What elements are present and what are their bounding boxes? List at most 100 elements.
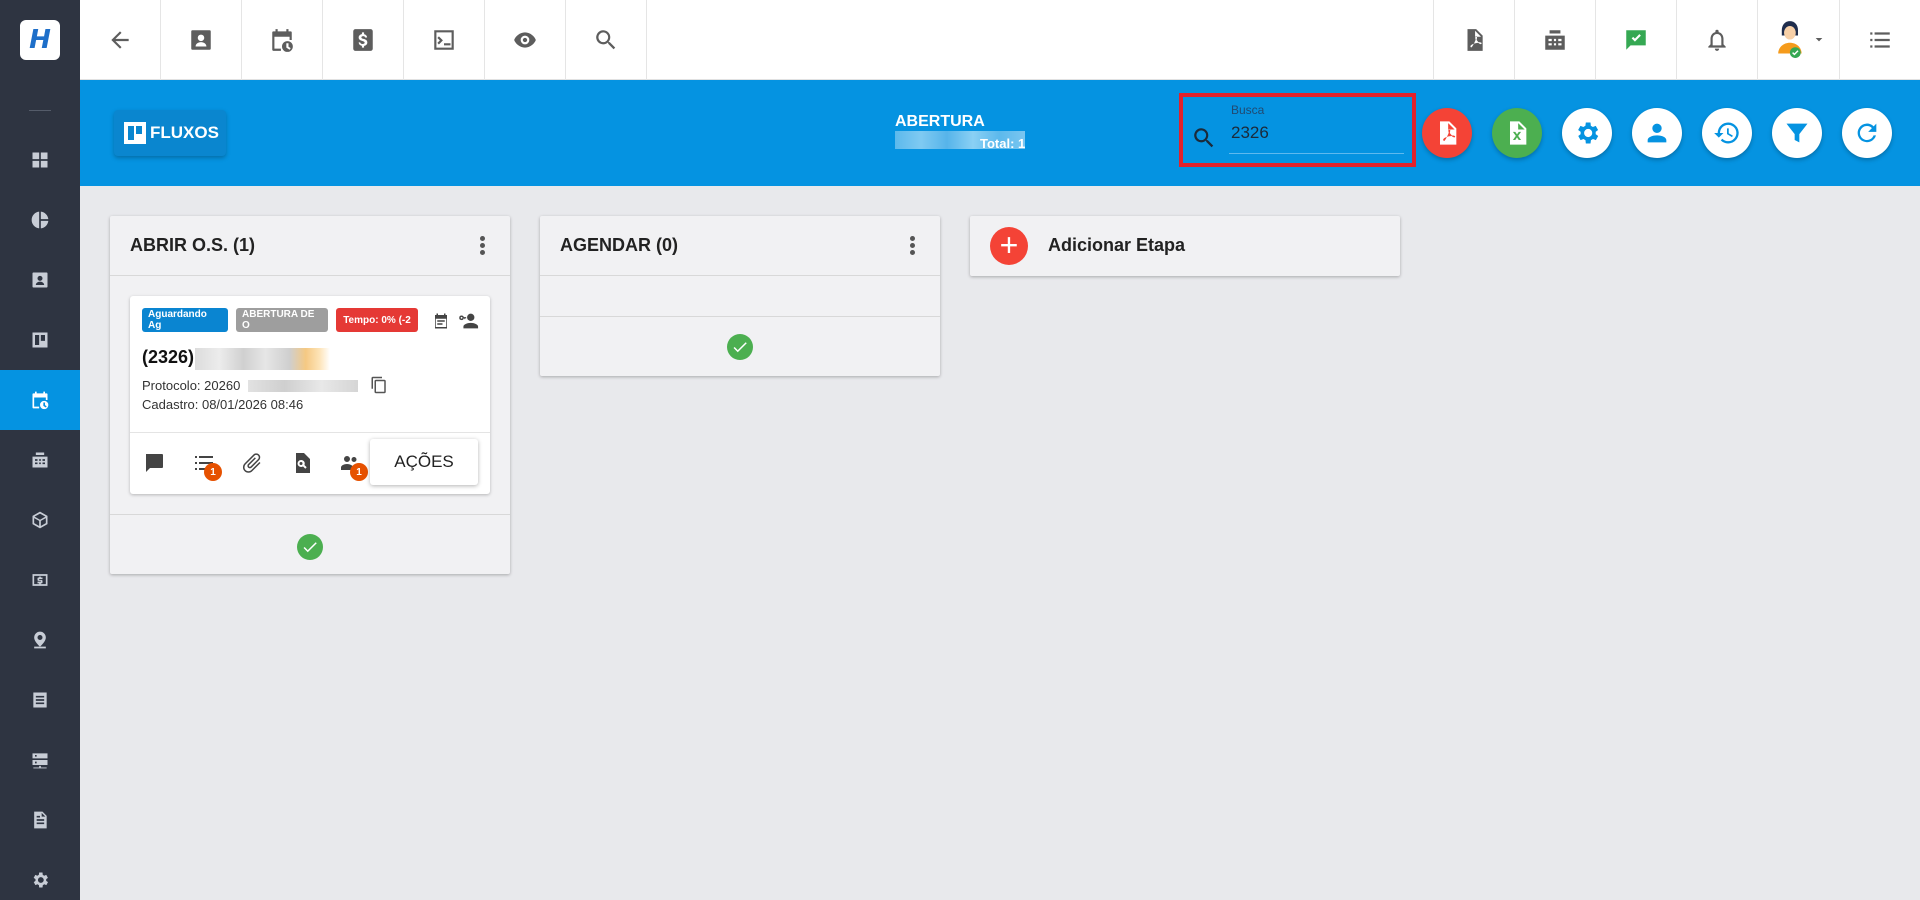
- export-pdf-button[interactable]: [1422, 108, 1472, 158]
- contact-card-icon: [191, 30, 211, 50]
- gear-icon: [33, 872, 48, 888]
- column-abrir-os: ABRIR O.S. (1) Aguardando Ag ABERTURA DE…: [110, 216, 510, 574]
- actions-button[interactable]: AÇÕES: [370, 439, 478, 485]
- board-icon: [32, 332, 48, 348]
- column-divider: [540, 316, 940, 317]
- person-icon: [1647, 123, 1667, 143]
- document-icon: [34, 811, 47, 829]
- export-excel-button[interactable]: [1492, 108, 1542, 158]
- user-menu[interactable]: [1757, 0, 1839, 80]
- finance-button[interactable]: [323, 0, 404, 80]
- check-circle-icon: [727, 334, 753, 360]
- copy-icon[interactable]: [370, 376, 388, 394]
- calendar-clock-icon: [32, 391, 49, 410]
- search-button[interactable]: [566, 0, 647, 80]
- chat-check-icon: [1626, 30, 1646, 50]
- notifications-button[interactable]: [1676, 0, 1757, 80]
- column-title: ABRIR O.S. (1): [110, 216, 510, 276]
- sidebar-item-finance[interactable]: [0, 550, 80, 610]
- building-icon: [32, 452, 48, 468]
- chat-approved-button[interactable]: [1595, 0, 1676, 80]
- gear-icon: [1578, 122, 1599, 144]
- sidebar-item-company[interactable]: [0, 430, 80, 490]
- total-count: Total: 1: [980, 136, 1026, 151]
- box-icon: [32, 511, 48, 529]
- calendar-clock-icon: [272, 29, 293, 52]
- sidebar-item-documents[interactable]: [0, 790, 80, 850]
- sidebar-item-locations[interactable]: [0, 610, 80, 670]
- pdf-file-icon: [1467, 29, 1483, 51]
- plus-icon: +: [990, 227, 1028, 265]
- money-icon: [32, 574, 48, 586]
- avatar: [1777, 21, 1802, 58]
- eye-icon: [514, 32, 536, 48]
- created-date: Cadastro: 08/01/2026 08:46: [142, 397, 304, 412]
- dollar-icon: [353, 29, 373, 51]
- building-icon: [1545, 30, 1565, 50]
- chevron-down-icon: [1815, 38, 1822, 42]
- location-pin-icon: [34, 631, 46, 649]
- contacts-button[interactable]: [161, 0, 242, 80]
- fluxos-button[interactable]: FLUXOS: [114, 110, 226, 156]
- card-title: (2326): [142, 347, 195, 367]
- sidebar-item-list[interactable]: [0, 670, 80, 730]
- pie-chart-icon: [31, 211, 49, 229]
- attachment-icon[interactable]: [240, 451, 264, 475]
- arrow-left-icon: [111, 31, 129, 49]
- sidebar-item-servers[interactable]: [0, 730, 80, 790]
- view-button[interactable]: [485, 0, 566, 80]
- excel-file-icon: [1510, 121, 1527, 145]
- people-count-badge: 1: [350, 463, 368, 481]
- search-label: Busca: [1231, 103, 1265, 117]
- comments-icon[interactable]: [142, 451, 166, 475]
- back-button[interactable]: [80, 0, 161, 80]
- search-icon: [596, 30, 616, 50]
- terminal-icon: [434, 30, 454, 50]
- settings-button[interactable]: [1562, 108, 1612, 158]
- app-logo[interactable]: H: [20, 20, 60, 60]
- sidebar-item-settings[interactable]: [0, 850, 80, 900]
- search-underline: [1229, 153, 1404, 154]
- sidebar-item-schedule[interactable]: [0, 370, 80, 430]
- sidebar-item-dashboard[interactable]: [0, 130, 80, 190]
- add-stage-button[interactable]: + Adicionar Etapa: [970, 216, 1400, 276]
- filter-button[interactable]: [1772, 108, 1822, 158]
- top-toolbar: [80, 0, 1920, 80]
- sidebar-item-products[interactable]: [0, 490, 80, 550]
- sidebar-item-contacts[interactable]: [0, 250, 80, 310]
- status-badge: Aguardando Ag: [142, 308, 228, 332]
- column-menu-icon[interactable]: [480, 236, 486, 256]
- sidebar-item-boards[interactable]: [0, 310, 80, 370]
- pdf-report-button[interactable]: [1433, 0, 1514, 80]
- bell-icon: [1708, 29, 1726, 51]
- history-button[interactable]: [1702, 108, 1752, 158]
- document-search-icon[interactable]: [290, 451, 314, 475]
- terminal-button[interactable]: [404, 0, 485, 80]
- user-filter-button[interactable]: [1632, 108, 1682, 158]
- search-input[interactable]: 2326: [1231, 123, 1269, 143]
- calendar-icon[interactable]: [432, 312, 450, 330]
- column-menu-icon[interactable]: [910, 236, 916, 256]
- sidebar-divider: [29, 110, 51, 111]
- refresh-button[interactable]: [1842, 108, 1892, 158]
- pdf-file-icon: [1440, 121, 1457, 145]
- person-key-icon[interactable]: [456, 310, 480, 332]
- checklist-count-badge: 1: [204, 463, 222, 481]
- check-circle-icon: [297, 534, 323, 560]
- fluxos-label: FLUXOS: [150, 123, 219, 142]
- history-icon: [1714, 122, 1739, 144]
- search-field[interactable]: Busca 2326: [1179, 93, 1416, 167]
- schedule-button[interactable]: [242, 0, 323, 80]
- card-actions: 1 1 AÇÕES: [130, 432, 490, 494]
- flow-header: FLUXOS ABERTURA Total: 1 Busca 2326: [80, 80, 1920, 186]
- order-card[interactable]: Aguardando Ag ABERTURA DE O Tempo: 0% (-…: [130, 296, 490, 494]
- sidebar-item-charts[interactable]: [0, 190, 80, 250]
- time-badge: Tempo: 0% (-2: [336, 308, 418, 332]
- board-icon: [124, 122, 146, 144]
- redacted-text: [195, 348, 330, 370]
- filter-icon: [1786, 123, 1808, 143]
- main-menu-button[interactable]: [1839, 0, 1920, 80]
- dashboard-icon: [32, 152, 48, 168]
- protocol-text: Protocolo: 20260: [142, 378, 241, 393]
- company-button[interactable]: [1514, 0, 1595, 80]
